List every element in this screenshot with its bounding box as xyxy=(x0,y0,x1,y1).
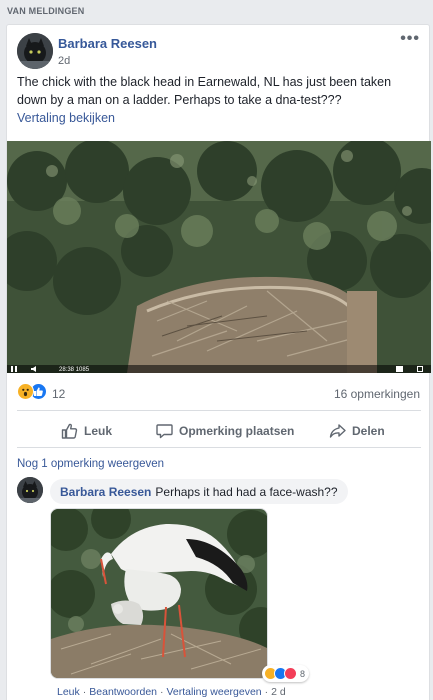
fullscreen-icon[interactable] xyxy=(417,366,423,372)
comment-author[interactable]: Barbara Reesen xyxy=(60,485,151,499)
section-header: VAN MELDINGEN xyxy=(7,6,85,16)
more-options-icon[interactable]: ••• xyxy=(400,30,420,48)
thumbs-up-icon xyxy=(61,423,78,439)
comment-text: Perhaps it had had a face-wash?? xyxy=(155,484,338,499)
view-more-comments-link[interactable]: Nog 1 opmerking weergeven xyxy=(17,458,164,470)
love-reaction-icon xyxy=(284,667,297,680)
settings-icon[interactable] xyxy=(396,366,403,372)
author-avatar[interactable] xyxy=(17,33,53,69)
video-controls: 28:38 1085 xyxy=(7,365,431,373)
share-icon xyxy=(329,424,346,438)
volume-icon[interactable] xyxy=(31,366,37,372)
comment-button[interactable]: Opmerking plaatsen xyxy=(156,420,294,442)
comment-reply-link[interactable]: Beantwoorden xyxy=(89,686,157,698)
post-author[interactable]: Barbara Reesen xyxy=(58,36,157,51)
video-player[interactable]: 28:38 1085 xyxy=(7,141,431,373)
share-label: Delen xyxy=(352,424,385,438)
divider xyxy=(17,410,421,411)
comment-reactions[interactable]: 8 xyxy=(262,665,310,682)
see-translation-link[interactable]: Vertaling bekijken xyxy=(17,111,115,125)
separator: · xyxy=(160,686,164,698)
wow-reaction-icon xyxy=(17,383,34,400)
comment-translate-link[interactable]: Vertaling weergeven xyxy=(167,686,262,698)
comment-timestamp[interactable]: 2 d xyxy=(271,686,286,698)
like-button[interactable]: Leuk xyxy=(61,420,112,442)
comment-actions: Leuk · Beantwoorden · Vertaling weergeven · 2 … xyxy=(57,686,286,698)
comment-icon xyxy=(156,424,173,439)
post-text: The chick with the black head in Earnewa… xyxy=(17,75,392,107)
divider xyxy=(17,447,421,448)
separator: · xyxy=(264,686,269,698)
like-label: Leuk xyxy=(84,424,113,438)
comment-label: Opmerking plaatsen xyxy=(179,424,295,438)
video-frame xyxy=(7,141,431,373)
post-card: Barbara Reesen 2d ••• The chick with the… xyxy=(6,24,431,700)
comment-bubble: Barbara Reesen Perhaps it had had a face… xyxy=(50,479,348,504)
commenter-avatar[interactable] xyxy=(17,477,43,503)
comment-photo[interactable] xyxy=(50,508,268,679)
separator: · xyxy=(82,686,87,698)
video-time: 28:38 1085 xyxy=(59,367,90,373)
share-button[interactable]: Delen xyxy=(329,420,385,442)
comment-reaction-count: 8 xyxy=(300,668,306,679)
play-pause-icon[interactable] xyxy=(11,366,17,372)
reaction-count[interactable]: 12 xyxy=(52,387,65,401)
post-timestamp[interactable]: 2d xyxy=(58,55,70,67)
comments-count[interactable]: 16 opmerkingen xyxy=(334,387,420,401)
comment-like-link[interactable]: Leuk xyxy=(57,686,80,698)
